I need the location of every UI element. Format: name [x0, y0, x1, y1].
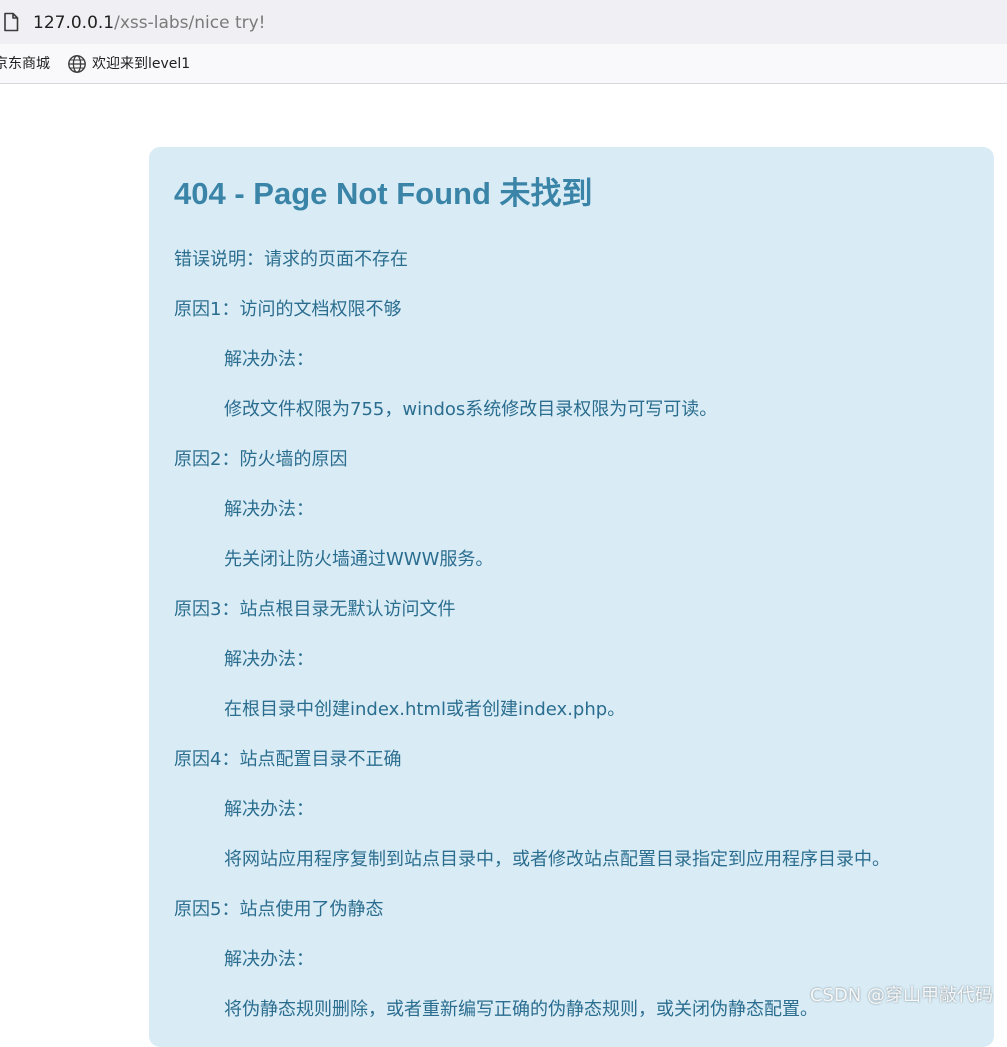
page-title: 404 - Page Not Found 未找到 [174, 176, 593, 211]
bookmark-level1[interactable]: 欢迎来到level1 [67, 54, 190, 74]
address-bar[interactable]: 127.0.0.1/xss-labs/nice try! [0, 0, 1007, 44]
solution-label: 解决办法： [224, 799, 314, 820]
error-description: 错误说明：请求的页面不存在 [174, 249, 408, 270]
bookmark-label: 欢迎来到level1 [92, 56, 191, 72]
csdn-watermark: CSDN @穿山甲敲代码 [809, 985, 993, 1006]
reason-heading: 原因4：站点配置目录不正确 [174, 749, 402, 770]
globe-icon [68, 55, 86, 73]
page-icon [4, 12, 19, 32]
url-text[interactable]: 127.0.0.1/xss-labs/nice try! [33, 12, 266, 34]
solution-text: 先关闭让防火墙通过WWW服务。 [224, 549, 494, 570]
bookmark-label: 京东商城 [0, 56, 50, 72]
url-path: /xss-labs/nice try! [114, 13, 266, 33]
reason-heading: 原因5：站点使用了伪静态 [174, 899, 384, 920]
solution-label: 解决办法： [224, 499, 314, 520]
bookmark-jd-mall[interactable]: 京东商城 [0, 54, 50, 74]
solution-label: 解决办法： [224, 649, 314, 670]
solution-text: 在根目录中创建index.html或者创建index.php。 [224, 699, 626, 720]
url-host: 127.0.0.1 [33, 13, 115, 33]
solution-text: 将伪静态规则删除，或者重新编写正确的伪静态规则，或关闭伪静态配置。 [224, 999, 818, 1020]
solution-text: 将网站应用程序复制到站点目录中，或者修改站点配置目录指定到应用程序目录中。 [224, 849, 890, 870]
solution-label: 解决办法： [224, 949, 314, 970]
reason-heading: 原因1：访问的文档权限不够 [174, 299, 402, 320]
reason-heading: 原因3：站点根目录无默认访问文件 [174, 599, 456, 620]
solution-label: 解决办法： [224, 349, 314, 370]
bookmarks-bar: 京东商城 欢迎来到level1 [0, 44, 1007, 84]
solution-text: 修改文件权限为755，windos系统修改目录权限为可写可读。 [224, 399, 718, 420]
reason-heading: 原因2：防火墙的原因 [174, 449, 348, 470]
